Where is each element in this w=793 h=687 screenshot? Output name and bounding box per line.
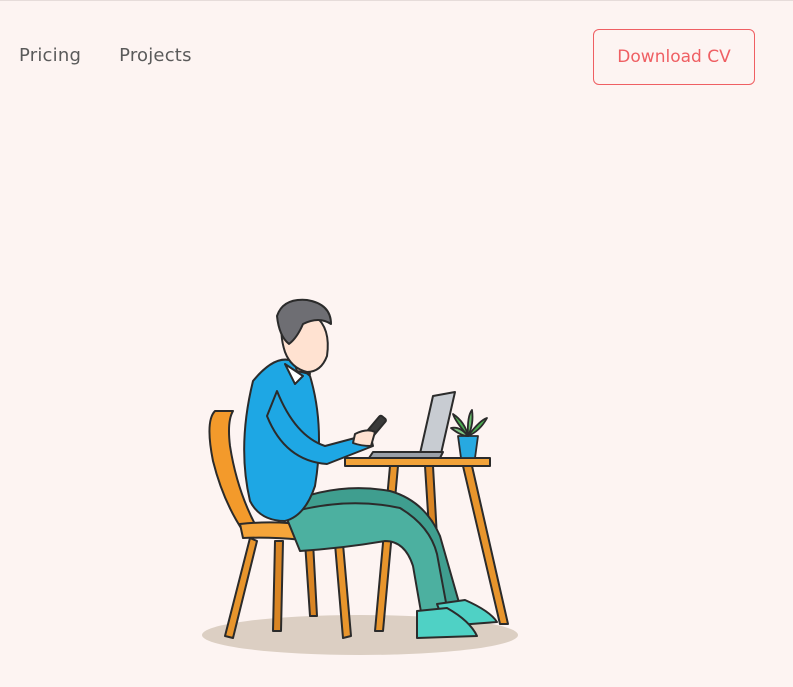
hero-illustration (202, 298, 518, 655)
main-nav: Pricing Projects (19, 45, 192, 66)
hands-phone (352, 414, 387, 447)
plant (450, 409, 488, 459)
download-cv-button[interactable]: Download CV (593, 29, 755, 85)
nav-link-pricing[interactable]: Pricing (19, 45, 81, 66)
landing-page: Pricing Projects Download CV (0, 0, 793, 687)
nav-link-projects[interactable]: Projects (119, 45, 192, 66)
